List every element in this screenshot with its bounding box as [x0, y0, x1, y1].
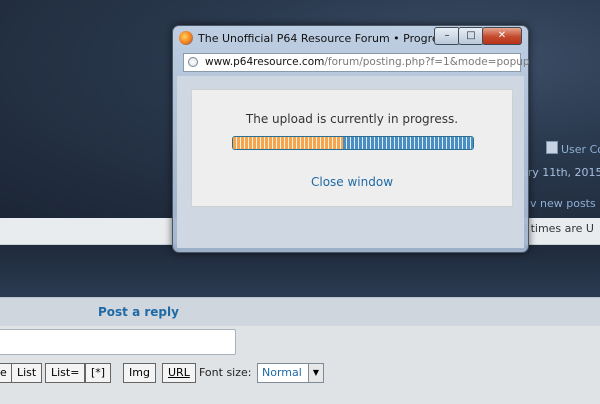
globe-icon	[188, 57, 198, 67]
upload-progress-bar	[232, 136, 474, 150]
chevron-down-icon[interactable]: ▼	[308, 364, 323, 382]
close-window-link[interactable]: Close window	[192, 175, 512, 189]
window-title: The Unofficial P64 Resource Forum • Prog…	[198, 32, 436, 45]
progress-fill	[233, 137, 343, 149]
font-size-label: Font size:	[199, 366, 252, 379]
address-url: www.p64resource.com/forum/posting.php?f=…	[205, 56, 530, 68]
bbcode-img-button[interactable]: Img	[123, 363, 156, 383]
bbcode-url-button[interactable]: URL	[162, 363, 196, 383]
user-icon	[546, 141, 558, 154]
font-size-select[interactable]: Normal ▼	[257, 363, 324, 383]
user-control-link[interactable]: User Co	[546, 141, 600, 156]
font-size-value: Normal	[262, 366, 302, 379]
progress-popup-window: The Unofficial P64 Resource Forum • Prog…	[172, 25, 530, 253]
post-a-reply-heading: Post a reply	[98, 305, 179, 319]
subject-input[interactable]	[0, 329, 236, 355]
post-header-bar	[0, 297, 600, 326]
progress-remaining	[343, 137, 473, 149]
view-new-posts-link[interactable]: v new posts |	[530, 197, 600, 210]
maximize-button[interactable]: □	[458, 27, 484, 45]
bbcode-list-item-button[interactable]: [*]	[85, 363, 112, 383]
bbcode-list-equals-button[interactable]: List=	[45, 363, 86, 383]
minimize-button[interactable]: –	[434, 27, 460, 45]
last-visit-date: ary 11th, 2015,	[521, 166, 600, 179]
firefox-icon	[179, 31, 193, 45]
progress-panel: The upload is currently in progress. Clo…	[191, 89, 513, 207]
bbcode-list-button[interactable]: List	[11, 363, 43, 383]
upload-status-message: The upload is currently in progress.	[245, 112, 459, 126]
close-window-button[interactable]: ✕	[482, 27, 522, 45]
address-bar[interactable]: www.p64resource.com/forum/posting.php?f=…	[183, 53, 530, 72]
